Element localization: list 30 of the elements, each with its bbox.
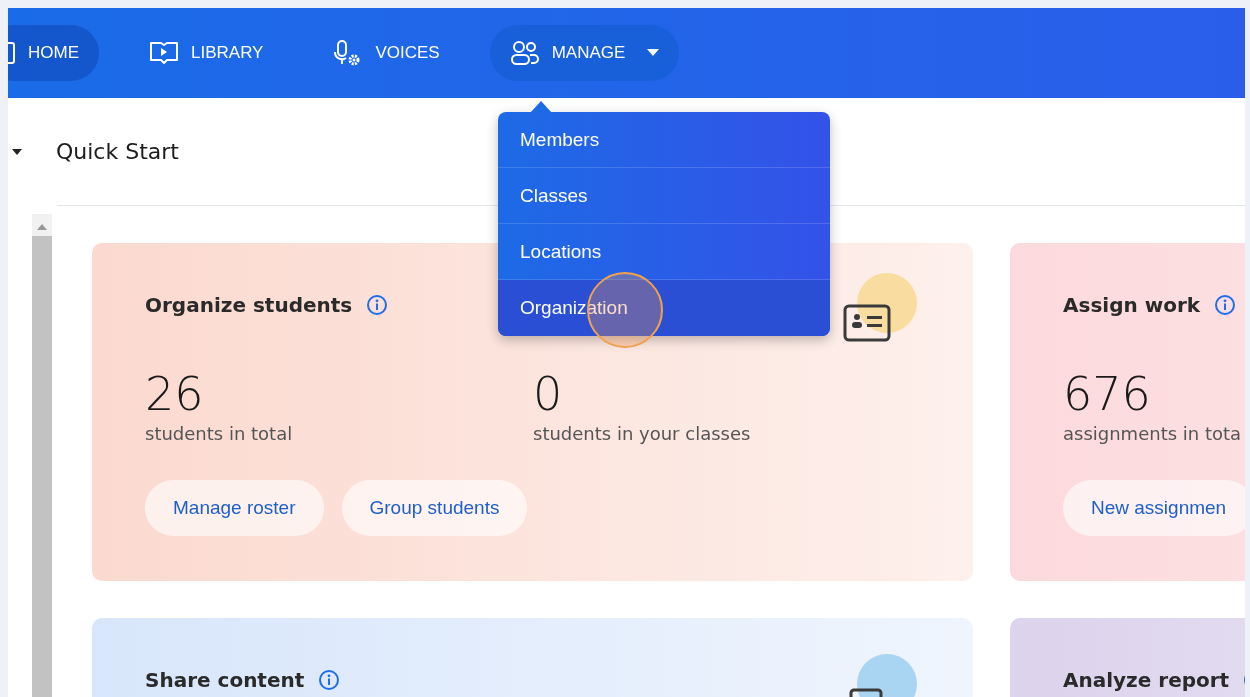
- people-icon: [509, 40, 540, 66]
- section-title: Quick Start: [56, 139, 179, 164]
- menu-item[interactable]: Classes: [498, 168, 830, 224]
- book-play-icon: [149, 40, 179, 66]
- stat-number: 0: [533, 367, 564, 421]
- nav-tab[interactable]: VOICES: [313, 25, 460, 81]
- scrollbar[interactable]: [32, 214, 52, 697]
- menu-pointer-icon: [530, 101, 552, 113]
- scroll-up-icon[interactable]: [37, 224, 47, 230]
- stat-label: students in your classes: [533, 423, 752, 444]
- nav-tab[interactable]: LIBRARY: [129, 25, 284, 81]
- caret-icon: [647, 49, 660, 57]
- info-icon[interactable]: [1214, 294, 1237, 316]
- card-title: Share content: [145, 668, 305, 692]
- card-title: Analyze report: [1063, 668, 1230, 692]
- stat-label: students in total: [145, 423, 294, 444]
- action-button[interactable]: Manage roster: [145, 480, 324, 536]
- collapse-caret-icon[interactable]: [12, 148, 22, 155]
- stat-number: 26: [145, 367, 205, 421]
- card-title: Organize students: [145, 293, 353, 317]
- info-icon[interactable]: [318, 669, 341, 691]
- card-title: Assign work: [1063, 293, 1201, 317]
- action-button[interactable]: Group students: [341, 480, 528, 536]
- action-button[interactable]: New assignmen: [1063, 480, 1245, 536]
- nav-tab[interactable]: MANAGE: [489, 25, 680, 81]
- info-icon[interactable]: [366, 294, 389, 316]
- stat-label: assignments in tota: [1063, 423, 1243, 444]
- nav-tab[interactable]: HOME: [8, 25, 99, 81]
- menu-item[interactable]: Members: [498, 112, 830, 168]
- stat-number: 676: [1063, 367, 1152, 421]
